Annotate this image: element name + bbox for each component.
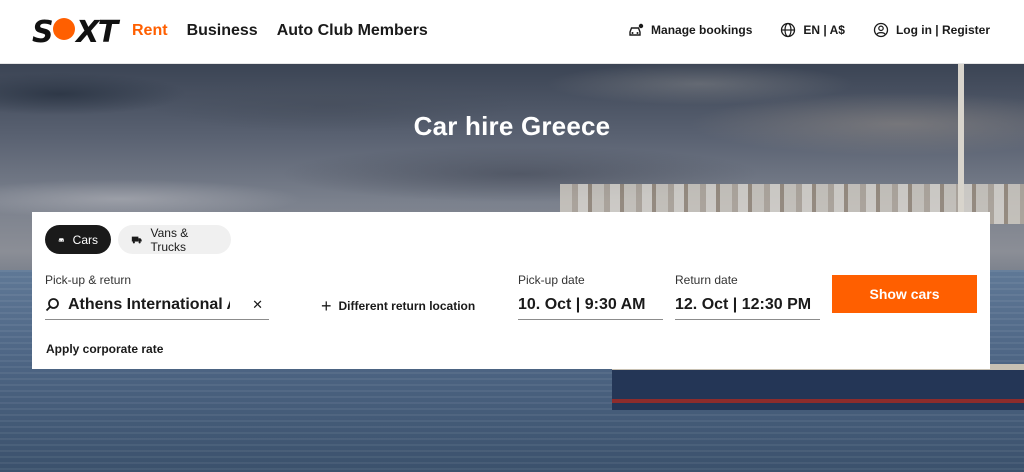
nav-business[interactable]: Business	[187, 20, 258, 42]
page-title: Car hire Greece	[413, 111, 611, 141]
pickup-return-label: Pick-up & return	[45, 273, 132, 287]
pickup-date-field[interactable]: 10. Oct | 9:30 AM	[518, 290, 663, 320]
pickup-location-input[interactable]: Athens International Airport ✕	[45, 290, 269, 320]
plus-icon: +	[321, 296, 332, 316]
main-nav: Rent Business Auto Club Members	[132, 20, 428, 42]
globe-icon	[781, 22, 796, 38]
different-return-location-button[interactable]: + Different return location	[321, 296, 476, 316]
nav-rent[interactable]: Rent	[132, 20, 168, 42]
hero-background-boat	[612, 364, 1024, 410]
truck-icon	[131, 236, 142, 244]
search-icon	[45, 298, 59, 312]
close-icon[interactable]: ✕	[252, 297, 263, 313]
car-icon	[58, 238, 64, 242]
login-register-label: Log in | Register	[895, 23, 990, 37]
pickup-date-value: 10. Oct | 9:30 AM	[518, 295, 646, 313]
different-return-label: Different return location	[338, 299, 476, 313]
car-manage-icon	[629, 23, 644, 36]
manage-bookings-link[interactable]: Manage bookings	[628, 22, 752, 38]
return-date-value: 12. Oct | 12:30 PM	[675, 295, 812, 313]
apply-corporate-rate-link[interactable]: Apply corporate rate	[46, 342, 163, 356]
tab-vans-trucks[interactable]: Vans & Trucks	[118, 225, 231, 254]
booking-widget: Cars Vans & Trucks Pick-up & return Athe…	[32, 212, 990, 369]
tab-cars[interactable]: Cars	[45, 225, 111, 254]
tab-cars-label: Cars	[72, 232, 98, 247]
pickup-location-value: Athens International Airport	[68, 295, 230, 313]
tab-vans-trucks-label: Vans & Trucks	[150, 225, 189, 254]
top-header: S XT Rent Business Auto Club Members Mana…	[0, 0, 1024, 64]
show-cars-button[interactable]: Show cars	[832, 275, 977, 313]
return-date-field[interactable]: 12. Oct | 12:30 PM	[675, 290, 820, 320]
hero-background-boat-stripe	[612, 399, 1024, 403]
language-selector[interactable]: EN | A$	[780, 22, 845, 38]
sixt-logo[interactable]: S XT	[32, 16, 118, 50]
pickup-date-label: Pick-up date	[518, 273, 585, 287]
return-date-label: Return date	[675, 273, 738, 287]
manage-bookings-label: Manage bookings	[651, 23, 753, 37]
language-label: EN | A$	[803, 23, 845, 37]
login-register-link[interactable]: Log in | Register	[873, 22, 990, 38]
nav-auto-club-members[interactable]: Auto Club Members	[277, 20, 428, 42]
header-actions: Manage bookings EN | A$ Log in | Registe…	[628, 22, 990, 38]
user-icon	[873, 22, 889, 38]
